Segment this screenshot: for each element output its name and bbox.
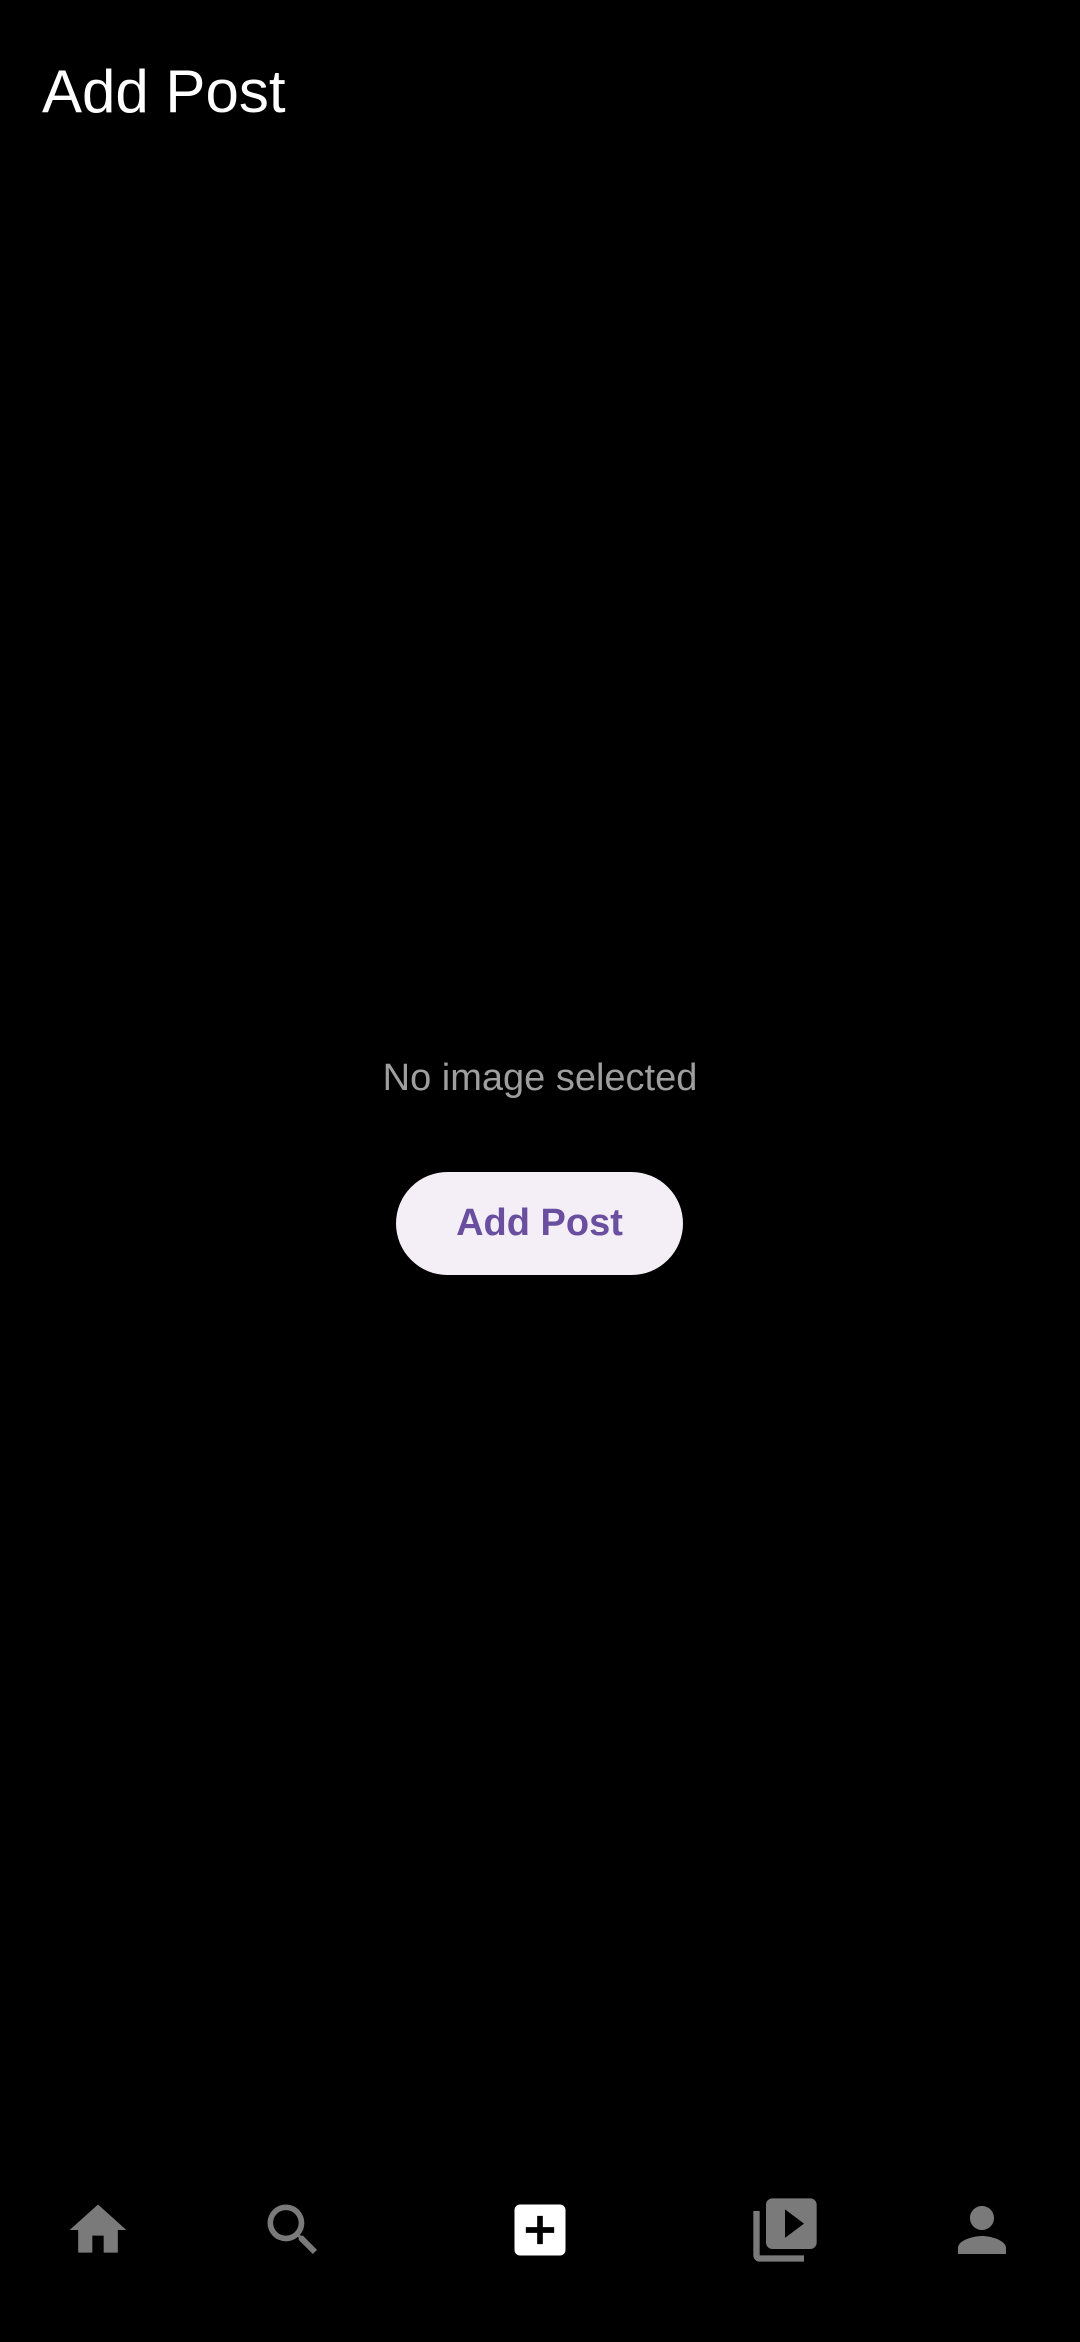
empty-state-message: No image selected [382,1057,698,1099]
add-post-button[interactable]: Add Post [396,1172,683,1275]
empty-state: No image selected [0,1040,1080,1116]
home-icon [69,2204,127,2253]
add-box-icon [514,2204,566,2256]
app-bar: Add Post [0,0,1080,180]
bottom-navigation-bar [0,2170,1080,2290]
video-library-icon [753,2198,817,2262]
nav-item-profile[interactable] [922,2170,1042,2290]
nav-item-reels[interactable] [725,2170,845,2290]
page-title: Add Post [42,58,286,125]
nav-item-add-post[interactable] [480,2170,600,2290]
nav-item-home[interactable] [38,2170,158,2290]
person-icon [958,2206,1006,2254]
nav-item-search[interactable] [233,2170,353,2290]
search-icon [267,2204,318,2255]
